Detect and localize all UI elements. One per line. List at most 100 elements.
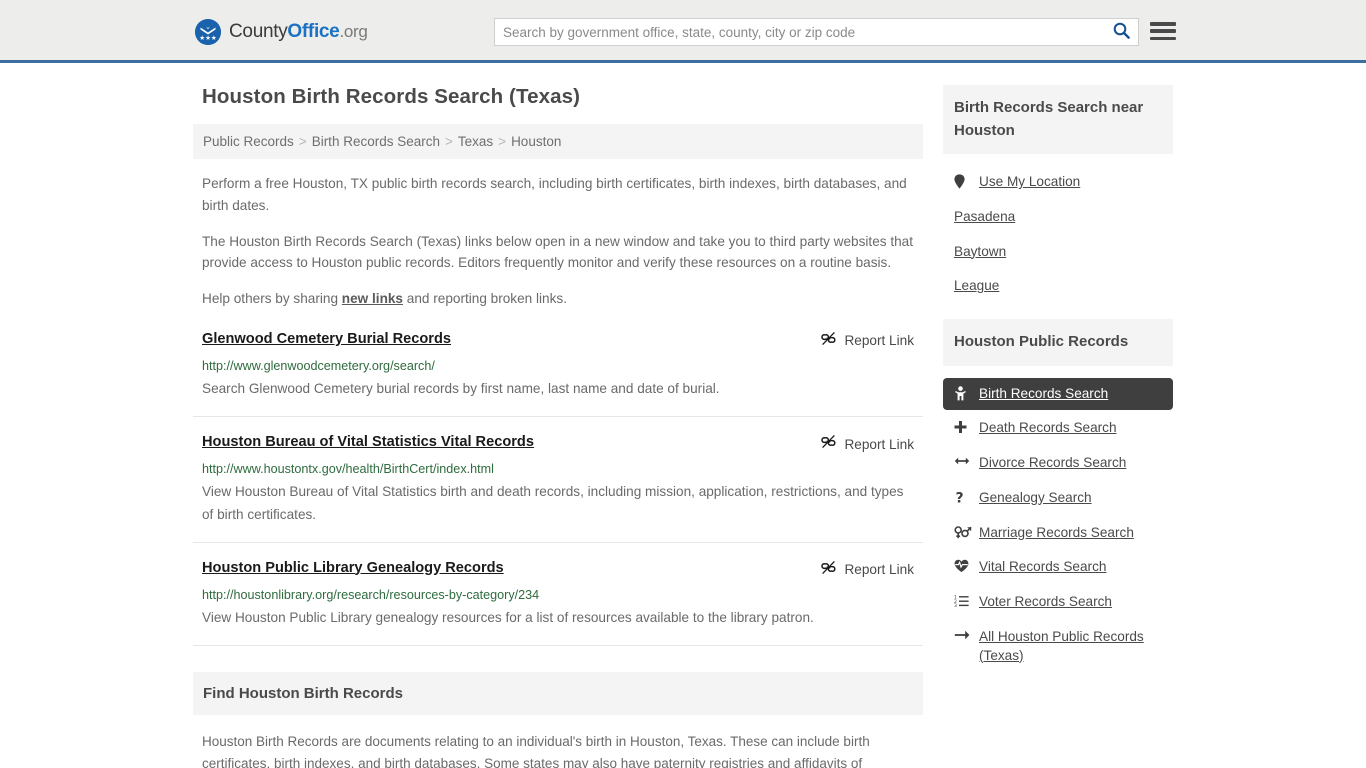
sidebar-item-birth-records-search[interactable]: Birth Records Search [943, 377, 1173, 411]
report-link-label: Report Link [844, 436, 914, 452]
breadcrumb-item-birth-records-search[interactable]: Birth Records Search [312, 134, 440, 149]
search-icon [1113, 22, 1130, 42]
public-records-card-header: Houston Public Records [943, 319, 1173, 366]
sidebar-item-league[interactable]: League [943, 270, 1173, 303]
breadcrumb-separator: > [298, 134, 307, 149]
nearby-card-header: Birth Records Search near Houston [943, 85, 1173, 154]
sidebar-item-label: Use My Location [979, 174, 1081, 189]
sidebar-item-death-records-search[interactable]: Death Records Search [943, 412, 1173, 445]
sidebar-item-label: Genealogy Search [979, 489, 1092, 505]
section-paragraph: Houston Birth Records are documents rela… [202, 733, 870, 768]
result-item: Houston Public Library Genealogy Records [193, 559, 923, 646]
result-item: Houston Bureau of Vital Statistics Vital… [193, 433, 923, 543]
search-button[interactable] [1104, 19, 1138, 45]
logo-text-county: County [229, 21, 288, 42]
result-title-link[interactable]: Houston Bureau of Vital Statistics Vital… [202, 433, 534, 452]
sidebar-item-label: Vital Records Search [979, 559, 1107, 575]
find-records-section-body: Houston Birth Records are documents rela… [193, 731, 923, 768]
breadcrumb-item-public-records[interactable]: Public Records [203, 134, 294, 149]
logo-text-org: .org [339, 22, 368, 41]
nearby-searches-card: Birth Records Search near Houston Use My… [943, 85, 1173, 303]
intro-paragraph-3: Help others by sharing new links and rep… [202, 288, 923, 310]
logo-wordmark: CountyOffice.org [229, 21, 368, 43]
sidebar-item-label: Voter Records Search [979, 594, 1112, 609]
result-url-link[interactable]: http://www.houstontx.gov/health/BirthCer… [202, 461, 914, 477]
result-url-link[interactable]: http://houstonlibrary.org/research/resou… [202, 587, 914, 603]
share-text-after: and reporting broken links. [403, 291, 567, 306]
sidebar: Birth Records Search near Houston Use My… [943, 85, 1173, 688]
logo-text-office: Office [287, 21, 340, 42]
svg-text:?: ? [955, 490, 963, 505]
intro-text: Perform a free Houston, TX public birth … [193, 173, 923, 310]
result-title-link[interactable]: Houston Public Library Genealogy Records [202, 559, 504, 578]
baby-icon [954, 385, 974, 401]
sidebar-item-genealogy-search[interactable]: ? Genealogy Search [943, 482, 1173, 515]
result-description: View Houston Public Library genealogy re… [202, 609, 814, 625]
result-description: Search Glenwood Cemetery burial records … [202, 381, 720, 397]
svg-text:★★★: ★★★ [199, 34, 217, 42]
result-header: Houston Public Library Genealogy Records [202, 559, 914, 580]
intro-paragraph-1: Perform a free Houston, TX public birth … [202, 176, 907, 213]
sidebar-item-marriage-records-search[interactable]: Marriage Records Search [943, 517, 1173, 550]
result-header: Houston Bureau of Vital Statistics Vital… [202, 433, 914, 454]
sidebar-item-label: League [954, 278, 1000, 294]
report-link-button[interactable]: Report Link [821, 434, 914, 454]
result-url-link[interactable]: http://www.glenwoodcemetery.org/search/ [202, 358, 914, 374]
broken-link-icon [821, 331, 837, 351]
page-body: Houston Birth Records Search (Texas) Pub… [0, 63, 1366, 768]
intro-paragraph-2: The Houston Birth Records Search (Texas)… [202, 233, 914, 271]
sidebar-item-voter-records-search[interactable]: 1 2 3 Voter Records Search [943, 586, 1173, 619]
nearby-card-list: Use My Location Pasadena Baytown League [943, 154, 1173, 303]
results-list: Glenwood Cemetery Burial Records Report … [193, 330, 923, 646]
breadcrumb-item-texas[interactable]: Texas [458, 134, 493, 149]
cross-icon [954, 420, 974, 434]
sidebar-item-divorce-records-search[interactable]: Divorce Records Search [943, 447, 1173, 480]
breadcrumb: Public Records > Birth Records Search > Texa… [193, 124, 923, 159]
arrow-right-icon [954, 629, 974, 641]
search-input[interactable] [495, 19, 1104, 45]
section-heading: Find Houston Birth Records [203, 684, 403, 702]
sidebar-item-label: Birth Records Search [979, 385, 1109, 401]
site-header: ★★★ CountyOffice.org [0, 0, 1366, 63]
sidebar-item-label: All Houston Public Records (Texas) [979, 628, 1144, 663]
heartbeat-icon [954, 559, 974, 573]
page-title: Houston Birth Records Search (Texas) [202, 85, 580, 108]
venus-mars-icon [954, 525, 974, 539]
sidebar-item-label: Marriage Records Search [979, 524, 1134, 540]
question-mark-icon: ? [954, 490, 974, 505]
sidebar-item-label: Death Records Search [979, 420, 1117, 436]
site-logo[interactable]: ★★★ CountyOffice.org [195, 19, 368, 45]
sidebar-item-label: Divorce Records Search [979, 455, 1127, 470]
new-links-link[interactable]: new links [342, 291, 403, 306]
result-item: Glenwood Cemetery Burial Records Report … [193, 330, 923, 418]
report-link-label: Report Link [844, 333, 914, 349]
breadcrumb-item-houston[interactable]: Houston [511, 134, 561, 149]
public-records-card: Houston Public Records Birth Records Sea… [943, 319, 1173, 672]
sidebar-item-pasadena[interactable]: Pasadena [943, 201, 1173, 234]
sidebar-item-use-my-location[interactable]: Use My Location [943, 166, 1173, 199]
eagle-shield-logo-icon: ★★★ [195, 19, 221, 45]
map-pin-icon [954, 174, 974, 189]
result-description: View Houston Bureau of Vital Statistics … [202, 484, 904, 522]
hamburger-menu-icon[interactable] [1150, 20, 1176, 42]
sidebar-item-baytown[interactable]: Baytown [943, 236, 1173, 269]
search-bar [494, 18, 1139, 46]
result-header: Glenwood Cemetery Burial Records Report … [202, 330, 914, 351]
main-content: Houston Birth Records Search (Texas) Pub… [193, 85, 923, 768]
share-text-before: Help others by sharing [202, 291, 342, 306]
sidebar-item-label: Pasadena [954, 208, 1016, 224]
report-link-label: Report Link [844, 562, 914, 578]
report-link-button[interactable]: Report Link [821, 331, 914, 351]
public-records-card-list: Birth Records Search Death Records Searc… [943, 366, 1173, 673]
sidebar-item-vital-records-search[interactable]: Vital Records Search [943, 551, 1173, 584]
find-records-section-header: Find Houston Birth Records [193, 671, 923, 715]
svg-text:3: 3 [954, 603, 957, 607]
breadcrumb-separator: > [445, 134, 453, 149]
report-link-button[interactable]: Report Link [821, 560, 914, 580]
arrows-left-right-icon [954, 455, 974, 467]
breadcrumb-separator: > [498, 134, 507, 149]
sidebar-item-all-houston-public-records[interactable]: All Houston Public Records (Texas) [943, 621, 1173, 673]
broken-link-icon [821, 560, 837, 580]
result-title-link[interactable]: Glenwood Cemetery Burial Records [202, 330, 451, 349]
public-records-card-heading: Houston Public Records [954, 333, 1129, 350]
